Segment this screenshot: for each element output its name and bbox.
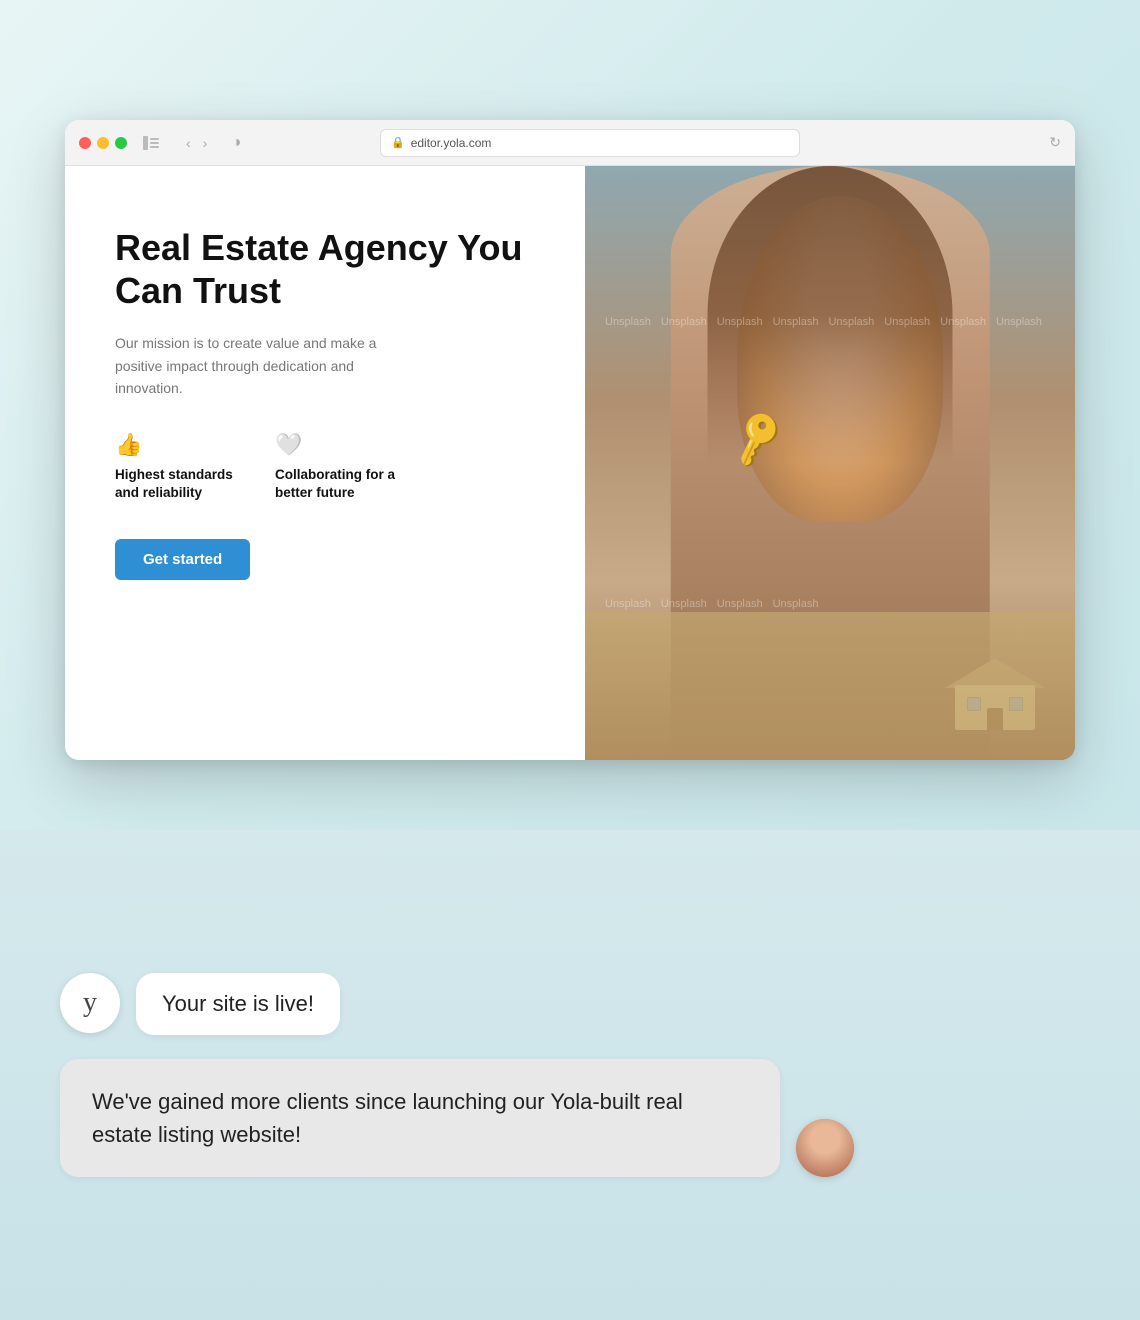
feature-1-label: Highest standards and reliability: [115, 466, 235, 504]
hero-title: Real Estate Agency You Can Trust: [115, 226, 535, 312]
chat-section: y Your site is live! We've gained more c…: [0, 830, 1140, 1320]
brightness-icon[interactable]: ◑: [222, 129, 250, 157]
feature-item-1: 👍 Highest standards and reliability: [115, 432, 235, 504]
get-started-button[interactable]: Get started: [115, 539, 250, 580]
bubble-testimonial: We've gained more clients since launchin…: [60, 1059, 780, 1177]
minimize-button[interactable]: [97, 137, 109, 149]
chat-bubble-1: y Your site is live!: [60, 973, 1080, 1035]
url-text: editor.yola.com: [411, 136, 492, 150]
nav-buttons: ‹ ›: [181, 133, 212, 153]
feature-item-2: 🤍 Collaborating for a better future: [275, 432, 395, 504]
browser-toolbar: ‹ › ◑ 🔒 editor.yola.com ↻: [65, 120, 1075, 166]
back-button[interactable]: ‹: [181, 133, 196, 153]
thumbs-up-icon: 👍: [115, 432, 235, 458]
lock-icon: 🔒: [391, 136, 405, 149]
traffic-lights: [79, 137, 127, 149]
heart-icon: 🤍: [275, 432, 395, 458]
url-bar[interactable]: 🔒 editor.yola.com: [380, 129, 800, 157]
yola-avatar: y: [60, 973, 120, 1033]
bubble-site-live: Your site is live!: [136, 973, 340, 1035]
hero-photo: 🔑 Unsplash Unsplash Unsplash Unsplash Un…: [585, 166, 1075, 760]
forward-button[interactable]: ›: [198, 133, 213, 153]
sidebar-toggle-icon[interactable]: [137, 129, 165, 157]
close-button[interactable]: [79, 137, 91, 149]
reload-button[interactable]: ↻: [1049, 134, 1061, 151]
maximize-button[interactable]: [115, 137, 127, 149]
browser-content: Real Estate Agency You Can Trust Our mis…: [65, 166, 1075, 760]
chat-bubble-2: We've gained more clients since launchin…: [60, 1059, 1080, 1177]
browser-window: ‹ › ◑ 🔒 editor.yola.com ↻ Real Estate Ag…: [65, 120, 1075, 760]
hero-description: Our mission is to create value and make …: [115, 332, 395, 399]
feature-2-label: Collaborating for a better future: [275, 466, 395, 504]
user-avatar-image: [796, 1119, 854, 1177]
features-row: 👍 Highest standards and reliability 🤍 Co…: [115, 432, 535, 504]
user-avatar: [796, 1119, 854, 1177]
hero-image-panel: 🔑 Unsplash Unsplash Unsplash Unsplash Un…: [585, 166, 1075, 760]
content-left: Real Estate Agency You Can Trust Our mis…: [65, 166, 585, 760]
